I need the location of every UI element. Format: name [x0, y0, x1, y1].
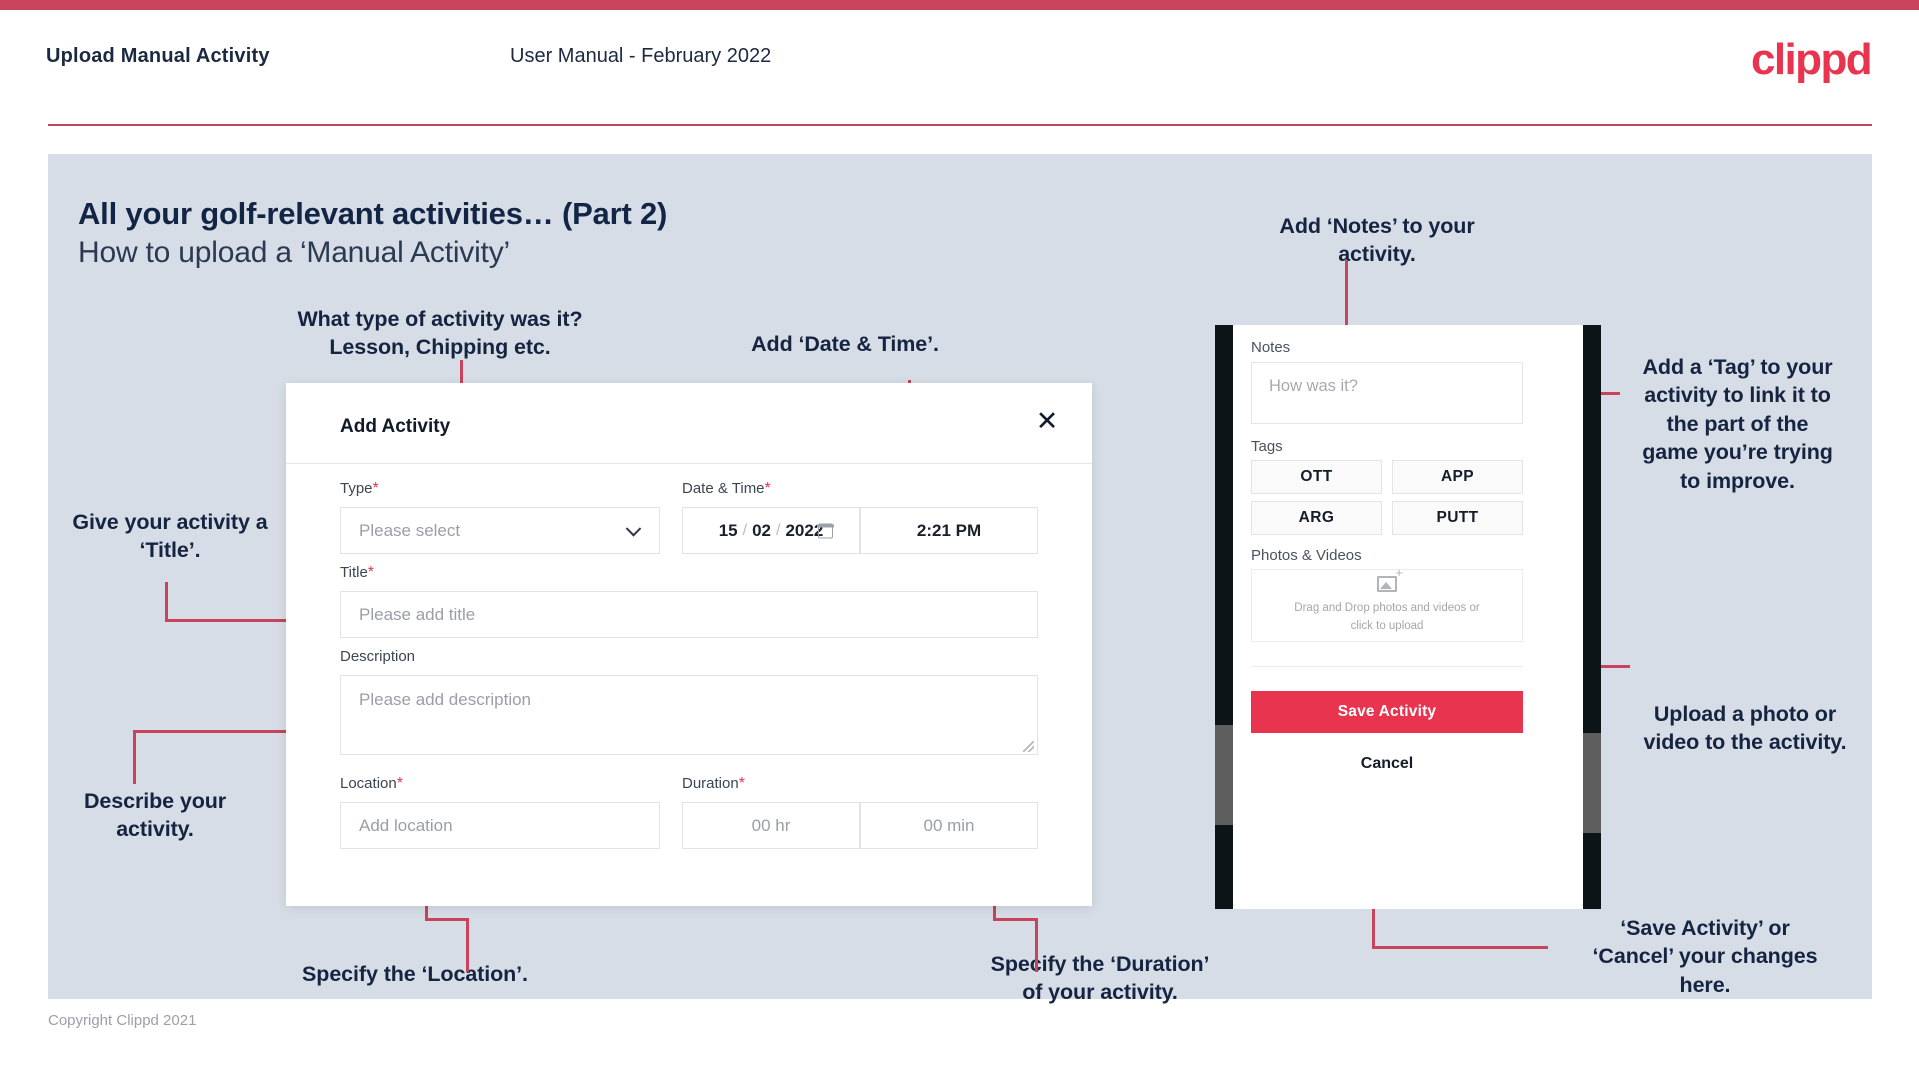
page-subtitle: How to upload a ‘Manual Activity’ [78, 236, 510, 269]
tag-button-ott[interactable]: OTT [1251, 460, 1382, 494]
duration-hours-input[interactable]: 00 hr [682, 802, 860, 849]
tags-label: Tags [1251, 438, 1283, 455]
arrow-loc-line-v1 [466, 920, 469, 972]
phone-divider [1251, 666, 1523, 667]
arrow-dur-line-v1 [1035, 920, 1038, 972]
page-title: All your golf-relevant activities… (Part… [78, 196, 668, 231]
description-textarea[interactable]: Please add description [340, 675, 1038, 755]
clippd-logo: clippd [1751, 35, 1873, 84]
chevron-down-icon [625, 520, 642, 537]
type-label-text: Type [340, 480, 373, 497]
duration-label: Duration* [682, 775, 745, 793]
header-divider [48, 124, 1872, 126]
photos-label: Photos & Videos [1251, 547, 1362, 564]
description-label-text: Description [340, 648, 416, 665]
arrow-desc-line-h [133, 730, 291, 733]
location-input[interactable]: Add location [340, 802, 660, 849]
arrow-dur-line-v2 [993, 905, 996, 920]
location-label-text: Location [340, 775, 397, 792]
description-placeholder: Please add description [359, 690, 532, 709]
location-placeholder: Add location [359, 815, 453, 835]
datetime-label: Date & Time* [682, 480, 771, 498]
time-input[interactable]: 2:21 PM [860, 507, 1038, 554]
arrow-save-line-h [1372, 946, 1548, 949]
date-input[interactable]: 15 / 02 / 2022 [682, 507, 860, 554]
tag-button-app[interactable]: APP [1392, 460, 1523, 494]
date-sep-1: / [742, 521, 748, 539]
annotation-photos: Upload a photo or video to the activity. [1643, 702, 1847, 755]
phone-mockup: Notes How was it? Tags OTT APP ARG PUTT … [1215, 325, 1601, 909]
dialog-title: Add Activity [340, 416, 451, 437]
dropzone-text-line1: Drag and Drop photos and videos or [1294, 602, 1480, 615]
annotation-datetime: Add ‘Date & Time’. [751, 332, 939, 356]
description-label: Description [340, 648, 415, 665]
type-required: * [372, 480, 379, 497]
title-input-placeholder: Please add title [359, 604, 476, 624]
type-select[interactable]: Please select [340, 507, 660, 554]
date-day: 15 [718, 520, 738, 540]
notes-label: Notes [1251, 339, 1291, 356]
title-input[interactable]: Please add title [340, 591, 1038, 638]
annotation-save: ‘Save Activity’ or ‘Cancel’ your changes h… [1592, 916, 1818, 997]
calendar-icon[interactable] [817, 523, 834, 538]
arrow-notes-line-v1 [1345, 260, 1348, 328]
cancel-button[interactable]: Cancel [1251, 755, 1523, 773]
copyright-text: Copyright Clippd 2021 [48, 1012, 197, 1029]
notes-placeholder: How was it? [1269, 377, 1358, 395]
tag-button-arg[interactable]: ARG [1251, 501, 1382, 535]
dialog-divider [286, 463, 1092, 464]
tag-button-putt[interactable]: PUTT [1392, 501, 1523, 535]
add-image-icon [1377, 566, 1403, 593]
date-sep-2: / [776, 521, 781, 539]
annotation-tags: Add a ‘Tag’ to your activity to link it t… [1642, 355, 1833, 493]
close-icon[interactable]: ✕ [1030, 405, 1064, 439]
duration-label-text: Duration [682, 775, 739, 792]
header-subtitle: User Manual - February 2022 [510, 45, 772, 67]
time-value: 2:21 PM [916, 520, 982, 540]
duration-minutes-placeholder: 00 min [923, 815, 975, 835]
annotation-duration: Specify the ‘Duration’ of your activity. [990, 952, 1210, 1005]
phone-right-button [1583, 733, 1601, 833]
title-label-text: Title [340, 564, 368, 581]
arrow-loc-line-v2 [425, 905, 428, 920]
notes-textarea[interactable]: How was it? [1251, 362, 1523, 424]
title-required: * [367, 564, 375, 581]
annotation-title: Give your activity a ‘Title’. [72, 510, 268, 563]
save-activity-button[interactable]: Save Activity [1251, 691, 1523, 733]
type-label: Type* [340, 480, 379, 498]
annotation-type: What type of activity was it? Lesson, Chi… [297, 307, 583, 360]
datetime-required: * [764, 480, 771, 497]
arrow-title-line-v [165, 582, 168, 622]
annotation-describe: Describe your activity. [83, 789, 227, 842]
arrow-loc-line-h [425, 918, 469, 921]
top-accent-bar [0, 0, 1919, 10]
duration-required: * [738, 775, 745, 792]
type-select-value: Please select [359, 520, 461, 540]
slide-page: Upload Manual Activity User Manual - Feb… [0, 0, 1919, 1079]
location-label: Location* [340, 775, 403, 793]
phone-left-button [1215, 725, 1233, 825]
header-title: Upload Manual Activity [46, 45, 270, 67]
dropzone-text-line2: click to upload [1350, 619, 1424, 632]
resize-handle-icon[interactable] [1023, 741, 1034, 752]
duration-minutes-input[interactable]: 00 min [860, 802, 1038, 849]
arrow-title-line-h [165, 619, 290, 622]
add-activity-dialog: Add Activity ✕ Type* Please select Date … [286, 383, 1092, 906]
photo-dropzone[interactable]: Drag and Drop photos and videos or click… [1251, 566, 1523, 642]
location-required: * [396, 775, 403, 792]
arrow-dur-line-h [993, 918, 1038, 921]
annotation-notes: Add ‘Notes’ to your activity. [1279, 214, 1475, 267]
annotation-location: Specify the ‘Location’. [302, 962, 528, 986]
duration-hours-placeholder: 00 hr [751, 815, 791, 835]
datetime-label-text: Date & Time [682, 480, 765, 497]
title-label: Title* [340, 564, 374, 582]
date-month: 02 [752, 520, 771, 540]
phone-screen: Notes How was it? Tags OTT APP ARG PUTT … [1233, 325, 1583, 909]
arrow-desc-line-v [133, 730, 136, 784]
dropzone-text: Drag and Drop photos and videos or click… [1294, 600, 1479, 635]
